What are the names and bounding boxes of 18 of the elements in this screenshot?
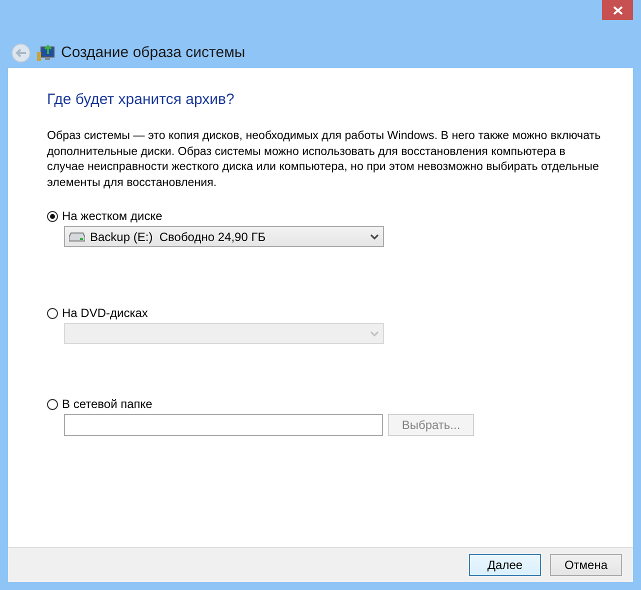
radio-button[interactable] — [47, 398, 58, 410]
footer-button[interactable]: Отмена — [550, 554, 622, 576]
folder-path-field[interactable] — [64, 414, 383, 436]
drive-dropdown[interactable]: Backup (E:) Свободно 24,90 ГБ — [64, 226, 384, 247]
next-button[interactable]: Далее — [469, 554, 541, 576]
drive-icon — [69, 232, 85, 242]
heading: Где будет хранится архив? — [47, 91, 236, 108]
option-label: На жестком диске — [62, 209, 162, 223]
option-label: В сетевой папке — [62, 397, 152, 411]
window-title: Создание образа системы — [61, 44, 246, 61]
computer-icon — [37, 44, 55, 62]
close-button[interactable] — [602, 0, 633, 20]
option-label: На DVD-дисках — [62, 306, 148, 320]
description: Образ системы — это копия дисков, необходимых для работы Windows. В него также можно включать дополнительные диски. Образ системы можно использовать для восстановления компьютера в случае неисправности жесткого диска или компьютера, но при этом невозможно выбирать отдельные элементы для восстановления. — [47, 128, 602, 190]
chevron-down-icon — [370, 330, 379, 336]
chevron-down-icon — [370, 234, 379, 240]
radio-button[interactable] — [47, 210, 58, 222]
close-icon — [612, 6, 622, 14]
